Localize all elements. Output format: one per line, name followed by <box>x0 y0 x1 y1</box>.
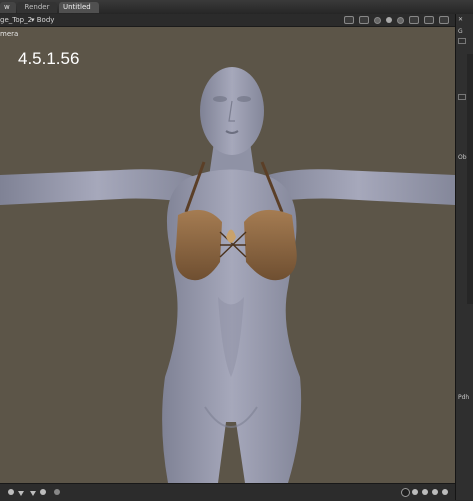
panel-scrollbar[interactable] <box>467 54 473 304</box>
viewport-options-icon[interactable] <box>424 16 434 24</box>
layout-icon[interactable] <box>439 16 449 24</box>
figure-model[interactable] <box>0 27 455 483</box>
viewport-header: ge_Top_2 ▾ Body <box>0 14 455 27</box>
selected-node-label[interactable]: ge_Top_2 <box>0 15 32 25</box>
grid-toggle-icon[interactable] <box>409 16 419 24</box>
radio-icon[interactable] <box>422 489 428 495</box>
head <box>200 67 264 155</box>
3d-viewport[interactable]: mera 4.5.1.56 <box>0 27 455 483</box>
radio-icon[interactable] <box>412 489 418 495</box>
frame-view-icon[interactable] <box>359 16 369 24</box>
shading-sphere-icon[interactable] <box>374 16 381 24</box>
right-side-panel: ✕ G Ob Pdh <box>455 14 473 500</box>
target-dropdown[interactable]: ▾ Body <box>31 15 54 25</box>
tab-render[interactable]: Render <box>17 2 57 13</box>
radio-icon[interactable] <box>432 489 438 495</box>
light-icon[interactable] <box>386 17 392 23</box>
document-tab-bar: w Render Untitled <box>0 0 473 15</box>
panel-item-properties[interactable]: Pdh <box>458 394 469 401</box>
tree-expand-icon[interactable] <box>458 38 466 44</box>
bottom-toolbar <box>0 483 455 501</box>
panel-close-icon[interactable]: ✕ <box>458 16 463 23</box>
camera-view-icon[interactable] <box>344 16 354 24</box>
panel-item-objects[interactable]: Ob <box>458 154 467 161</box>
record-icon[interactable] <box>40 489 46 495</box>
tree-expand-icon[interactable] <box>458 94 466 100</box>
key-dot-icon[interactable] <box>8 489 14 495</box>
radio-active-icon[interactable] <box>401 488 410 497</box>
radio-icon[interactable] <box>442 489 448 495</box>
snap-icon[interactable] <box>54 489 60 495</box>
chevron-down-icon: ▾ <box>31 16 35 24</box>
left-arm <box>0 169 195 205</box>
viewport-toolbar <box>344 15 449 25</box>
render-preview-icon[interactable] <box>397 16 404 24</box>
panel-item-scene[interactable]: G <box>458 28 463 35</box>
tab-untitled[interactable]: Untitled <box>59 2 99 13</box>
chevron-down-icon[interactable] <box>18 491 24 496</box>
target-label: Body <box>36 16 55 24</box>
tab-view[interactable]: w <box>0 2 16 13</box>
chevron-down-icon[interactable] <box>30 491 36 496</box>
